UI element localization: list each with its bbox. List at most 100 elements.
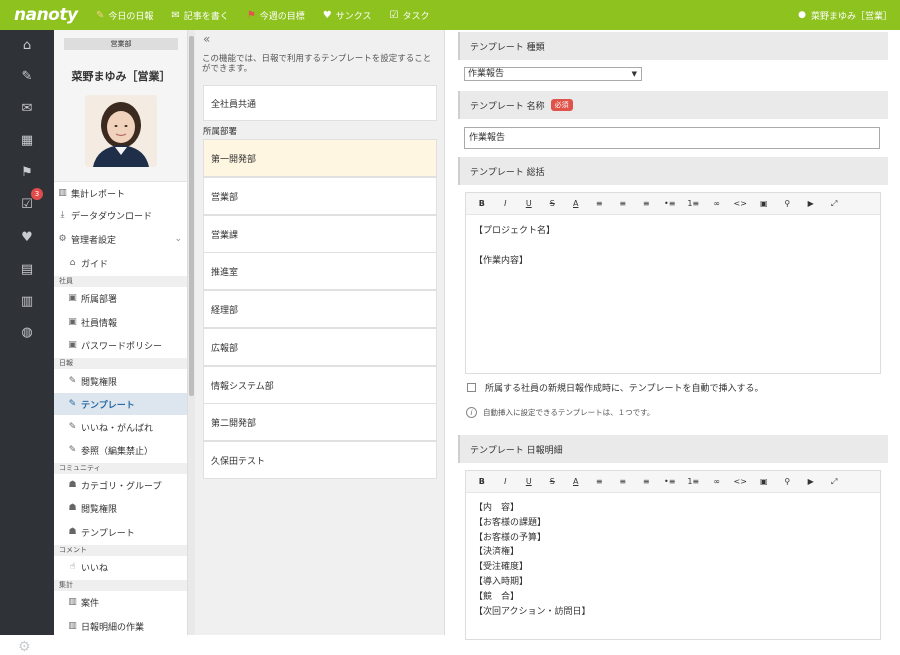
align-center-icon[interactable]: ≡ <box>611 477 635 486</box>
menu-staff-info[interactable]: ▣ 社員情報 <box>54 311 187 333</box>
list-item[interactable]: 営業部 <box>203 177 437 215</box>
align-right-icon[interactable]: ≡ <box>635 199 659 208</box>
heart-icon: ♥ <box>322 9 332 21</box>
menu-detail-work[interactable]: ▥ 日報明細の作業 <box>54 615 187 635</box>
template-name-input[interactable]: 作業報告 <box>464 127 880 149</box>
menu-template[interactable]: ✎ テンプレート <box>54 393 187 415</box>
summary-editor[interactable]: B I U S A ≡ ≡ ≡ •≡ 1≡ ∞ <> ▣ ⚲ ▶ ⤢ 【プロジェ… <box>465 192 881 374</box>
numbered-list-icon[interactable]: 1≡ <box>682 477 706 486</box>
section-header-name: テンプレート 名称 必須 <box>458 91 888 119</box>
menu-dept[interactable]: ▣ 所属部署 <box>54 287 187 309</box>
section-header-type: テンプレート 種類 <box>458 32 888 60</box>
users-icon: ☗ <box>68 527 77 537</box>
list-item-label: 推進室 <box>211 267 239 278</box>
video-icon[interactable]: ▶ <box>799 199 823 208</box>
list-item-common[interactable]: 全社員共通 <box>203 85 437 121</box>
auto-insert-option[interactable]: 所属する社員の新規日報作成時に、テンプレートを自動で挿入する。 <box>467 381 763 394</box>
list-item-label: 全社員共通 <box>211 99 257 110</box>
menu-label: 日報明細の作業 <box>81 622 145 633</box>
flag-icon[interactable]: ⚑ <box>0 162 54 182</box>
bold-icon[interactable]: B <box>470 477 494 486</box>
chart-icon[interactable]: ▥ <box>0 291 54 311</box>
profile-card: 営業部 菜野まゆみ［営業］ <box>54 30 187 182</box>
link-icon[interactable]: ∞ <box>705 477 729 486</box>
nav-today-report[interactable]: ✎ 今日の日報 <box>96 9 153 22</box>
attach-icon[interactable]: ⚲ <box>776 477 800 486</box>
list-item[interactable]: 推進室 <box>203 252 437 290</box>
nanoty-logo[interactable]: nanoty <box>14 5 96 25</box>
align-center-icon[interactable]: ≡ <box>611 199 635 208</box>
align-left-icon[interactable]: ≡ <box>588 199 612 208</box>
menu-password-policy[interactable]: ▣ パスワードポリシー <box>54 334 187 356</box>
chat-icon[interactable]: ✉ <box>0 98 54 118</box>
align-right-icon[interactable]: ≡ <box>635 477 659 486</box>
heart-icon[interactable]: ♥ <box>0 227 54 247</box>
menu-iine[interactable]: ☝ いいね <box>54 556 187 578</box>
bullet-list-icon[interactable]: •≡ <box>658 477 682 486</box>
code-icon[interactable]: <> <box>729 199 753 208</box>
auto-insert-checkbox[interactable] <box>467 383 476 392</box>
menu-case[interactable]: ▥ 案件 <box>54 591 187 613</box>
task-icon[interactable]: ☑ 3 <box>0 188 54 214</box>
template-type-select[interactable]: 作業報告 ▼ <box>464 67 642 81</box>
scrollbar-thumb[interactable] <box>189 36 194 396</box>
menu-guide[interactable]: ⌂ ガイド <box>54 252 187 274</box>
sidebar-scrollbar[interactable] <box>188 30 195 635</box>
list-item[interactable]: 情報システム部 <box>203 366 437 404</box>
attach-icon[interactable]: ⚲ <box>776 199 800 208</box>
nav-write-article[interactable]: ✉ 記事を書く <box>171 9 228 22</box>
menu-admin[interactable]: ⚙ 管理者設定 ⌄ <box>54 228 187 250</box>
strikethrough-icon[interactable]: S <box>541 477 565 486</box>
fullscreen-icon[interactable]: ⤢ <box>823 477 847 487</box>
numbered-list-icon[interactable]: 1≡ <box>682 199 706 208</box>
image-icon[interactable]: ▣ <box>752 477 776 486</box>
gear-icon[interactable]: ⚙ <box>18 639 31 655</box>
menu-download[interactable]: ⤓ データダウンロード <box>54 204 187 226</box>
italic-icon[interactable]: I <box>494 199 518 208</box>
menu-label: データダウンロード <box>71 211 153 222</box>
calendar-icon[interactable]: ▦ <box>0 130 54 150</box>
video-icon[interactable]: ▶ <box>799 477 823 486</box>
list-item[interactable]: 経理部 <box>203 290 437 328</box>
list-item[interactable]: 広報部 <box>203 328 437 366</box>
list-item[interactable]: 営業課 <box>203 215 437 253</box>
menu-like-cheer[interactable]: ✎ いいね・がんばれ <box>54 416 187 438</box>
nav-weekly-goal[interactable]: ⚑ 今週の目標 <box>247 9 305 22</box>
strikethrough-icon[interactable]: S <box>541 199 565 208</box>
menu-community-view[interactable]: ☗ 閲覧権限 <box>54 497 187 519</box>
menu-category-group[interactable]: ☗ カテゴリ・グループ <box>54 474 187 496</box>
editor-content[interactable]: 【プロジェクト名】 【作業内容】 <box>466 215 880 278</box>
menu-reference[interactable]: ✎ 参照（編集禁止） <box>54 439 187 461</box>
menu-report[interactable]: ▥ 集計レポート <box>54 182 187 204</box>
fullscreen-icon[interactable]: ⤢ <box>823 199 847 209</box>
bullet-list-icon[interactable]: •≡ <box>658 199 682 208</box>
content-line: 【内 容】 <box>474 503 520 513</box>
collapse-button[interactable]: « <box>203 32 210 46</box>
underline-icon[interactable]: U <box>517 199 541 208</box>
menu-view-permission[interactable]: ✎ 閲覧権限 <box>54 370 187 392</box>
section-aggregate: 集計 <box>54 580 187 591</box>
align-left-icon[interactable]: ≡ <box>588 477 612 486</box>
editor-content[interactable]: 【内 容】 【お客様の課題】 【お客様の予算】 【決済権】 【受注確度】 【導入… <box>466 493 880 628</box>
section-title: テンプレート 日報明細 <box>470 445 563 456</box>
nav-task[interactable]: ☑ タスク <box>390 9 430 22</box>
detail-editor[interactable]: B I U S A ≡ ≡ ≡ •≡ 1≡ ∞ <> ▣ ⚲ ▶ ⤢ 【内 容】… <box>465 470 881 640</box>
font-color-icon[interactable]: A <box>564 199 588 208</box>
nav-thanks[interactable]: ♥ サンクス <box>323 9 372 22</box>
user-menu[interactable]: ● 菜野まゆみ［営業］ <box>798 0 892 30</box>
bold-icon[interactable]: B <box>470 199 494 208</box>
font-color-icon[interactable]: A <box>564 477 588 486</box>
image-icon[interactable]: ▣ <box>752 199 776 208</box>
edit-icon[interactable]: ✎ <box>0 66 54 86</box>
list-item[interactable]: 久保田テスト <box>203 441 437 479</box>
list-item[interactable]: 第一開発部 <box>203 139 437 177</box>
home-icon[interactable]: ⌂ <box>0 35 54 55</box>
book-icon[interactable]: ▤ <box>0 259 54 279</box>
list-item[interactable]: 第二開発部 <box>203 403 437 441</box>
code-icon[interactable]: <> <box>729 477 753 486</box>
italic-icon[interactable]: I <box>494 477 518 486</box>
menu-community-template[interactable]: ☗ テンプレート <box>54 521 187 543</box>
underline-icon[interactable]: U <box>517 477 541 486</box>
globe-icon[interactable]: ◍ <box>0 322 54 342</box>
link-icon[interactable]: ∞ <box>705 199 729 208</box>
